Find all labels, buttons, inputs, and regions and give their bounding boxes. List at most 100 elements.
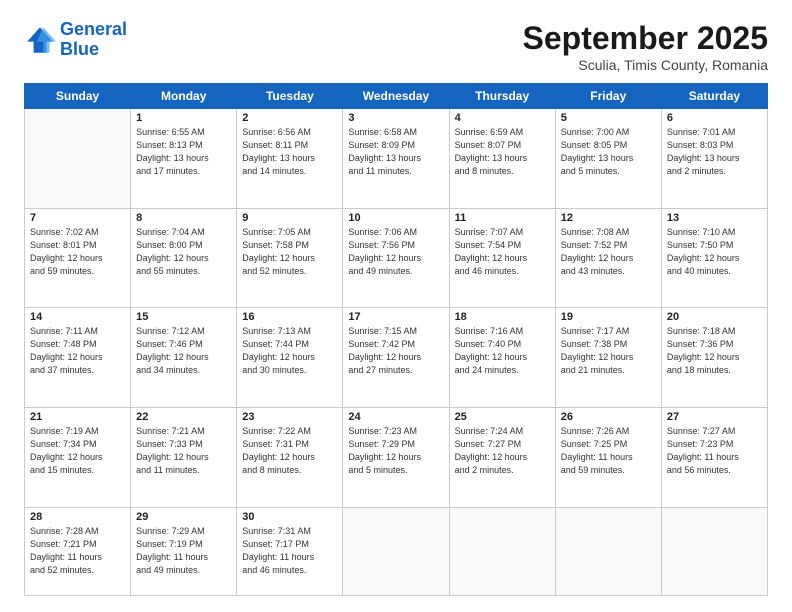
table-row: 6Sunrise: 7:01 AM Sunset: 8:03 PM Daylig… <box>661 109 767 209</box>
table-row: 7Sunrise: 7:02 AM Sunset: 8:01 PM Daylig… <box>25 208 131 308</box>
day-info: Sunrise: 7:00 AM Sunset: 8:05 PM Dayligh… <box>561 126 656 178</box>
day-number: 4 <box>455 112 550 124</box>
day-number: 10 <box>348 212 443 224</box>
day-number: 17 <box>348 311 443 323</box>
day-info: Sunrise: 7:11 AM Sunset: 7:48 PM Dayligh… <box>30 325 125 377</box>
col-monday: Monday <box>131 84 237 109</box>
logo-icon <box>24 24 56 56</box>
table-row: 25Sunrise: 7:24 AM Sunset: 7:27 PM Dayli… <box>449 407 555 507</box>
table-row: 11 Sunrise: 7:07 AM Sunset: 7:54 PM Dayli… <box>449 208 555 308</box>
location-subtitle: Sculia, Timis County, Romania <box>523 57 768 73</box>
table-row: 3 Sunrise: 6:58 AM Sunset: 8:09 PM Daylig… <box>343 109 449 209</box>
day-number: 29 <box>136 511 231 523</box>
day-number: 19 <box>561 311 656 323</box>
day-info: Sunrise: 7:28 AM Sunset: 7:21 PM Dayligh… <box>30 525 125 577</box>
day-number: 20 <box>667 311 762 323</box>
day-info: Sunrise: 7:29 AM Sunset: 7:19 PM Dayligh… <box>136 525 231 577</box>
table-row: 21Sunrise: 7:19 AM Sunset: 7:34 PM Dayli… <box>25 407 131 507</box>
table-row: 12 Sunrise: 7:08 AM Sunset: 7:52 PM Dayli… <box>555 208 661 308</box>
day-number: 14 <box>30 311 125 323</box>
day-info: Sunrise: 7:15 AM Sunset: 7:42 PM Dayligh… <box>348 325 443 377</box>
day-info: Sunrise: 6:55 AM Sunset: 8:13 PM Dayligh… <box>136 126 231 178</box>
day-info: Sunrise: 7:10 AM Sunset: 7:50 PM Dayligh… <box>667 226 762 278</box>
day-info: Sunrise: 7:05 AM Sunset: 7:58 PM Dayligh… <box>242 226 337 278</box>
day-number: 12 <box>561 212 656 224</box>
day-number: 3 <box>348 112 443 124</box>
day-number: 8 <box>136 212 231 224</box>
day-number: 28 <box>30 511 125 523</box>
day-number: 30 <box>242 511 337 523</box>
col-friday: Friday <box>555 84 661 109</box>
day-info: Sunrise: 7:18 AM Sunset: 7:36 PM Dayligh… <box>667 325 762 377</box>
day-number: 21 <box>30 411 125 423</box>
page: General Blue September 2025 Sculia, Timi… <box>0 0 792 612</box>
day-number: 15 <box>136 311 231 323</box>
table-row: 10 Sunrise: 7:06 AM Sunset: 7:56 PM Dayli… <box>343 208 449 308</box>
day-info: Sunrise: 7:12 AM Sunset: 7:46 PM Dayligh… <box>136 325 231 377</box>
table-row <box>25 109 131 209</box>
table-row <box>661 507 767 595</box>
day-info: Sunrise: 7:26 AM Sunset: 7:25 PM Dayligh… <box>561 425 656 477</box>
day-info: Sunrise: 7:22 AM Sunset: 7:31 PM Dayligh… <box>242 425 337 477</box>
day-number: 22 <box>136 411 231 423</box>
col-tuesday: Tuesday <box>237 84 343 109</box>
day-info: Sunrise: 7:21 AM Sunset: 7:33 PM Dayligh… <box>136 425 231 477</box>
table-row: 20 Sunrise: 7:18 AM Sunset: 7:36 PM Dayli… <box>661 308 767 408</box>
table-row: 28 Sunrise: 7:28 AM Sunset: 7:21 PM Dayli… <box>25 507 131 595</box>
day-number: 16 <box>242 311 337 323</box>
header: General Blue September 2025 Sculia, Timi… <box>24 20 768 73</box>
day-number: 9 <box>242 212 337 224</box>
day-info: Sunrise: 7:06 AM Sunset: 7:56 PM Dayligh… <box>348 226 443 278</box>
day-info: Sunrise: 7:13 AM Sunset: 7:44 PM Dayligh… <box>242 325 337 377</box>
day-info: Sunrise: 7:31 AM Sunset: 7:17 PM Dayligh… <box>242 525 337 577</box>
col-thursday: Thursday <box>449 84 555 109</box>
day-info: Sunrise: 7:27 AM Sunset: 7:23 PM Dayligh… <box>667 425 762 477</box>
table-row: 15 Sunrise: 7:12 AM Sunset: 7:46 PM Dayli… <box>131 308 237 408</box>
table-row: 30 Sunrise: 7:31 AM Sunset: 7:17 PM Dayli… <box>237 507 343 595</box>
day-number: 2 <box>242 112 337 124</box>
day-info: Sunrise: 7:23 AM Sunset: 7:29 PM Dayligh… <box>348 425 443 477</box>
day-number: 27 <box>667 411 762 423</box>
table-row: 4 Sunrise: 6:59 AM Sunset: 8:07 PM Daylig… <box>449 109 555 209</box>
day-info: Sunrise: 6:56 AM Sunset: 8:11 PM Dayligh… <box>242 126 337 178</box>
col-sunday: Sunday <box>25 84 131 109</box>
day-number: 25 <box>455 411 550 423</box>
logo: General Blue <box>24 20 127 60</box>
col-wednesday: Wednesday <box>343 84 449 109</box>
table-row <box>449 507 555 595</box>
table-row: 9 Sunrise: 7:05 AM Sunset: 7:58 PM Daylig… <box>237 208 343 308</box>
table-row: 5 Sunrise: 7:00 AM Sunset: 8:05 PM Daylig… <box>555 109 661 209</box>
day-info: Sunrise: 7:16 AM Sunset: 7:40 PM Dayligh… <box>455 325 550 377</box>
table-row: 24 Sunrise: 7:23 AM Sunset: 7:29 PM Dayli… <box>343 407 449 507</box>
table-row: 2 Sunrise: 6:56 AM Sunset: 8:11 PM Daylig… <box>237 109 343 209</box>
day-number: 18 <box>455 311 550 323</box>
calendar-table: Sunday Monday Tuesday Wednesday Thursday… <box>24 83 768 596</box>
table-row: 17 Sunrise: 7:15 AM Sunset: 7:42 PM Dayli… <box>343 308 449 408</box>
day-number: 26 <box>561 411 656 423</box>
day-info: Sunrise: 7:04 AM Sunset: 8:00 PM Dayligh… <box>136 226 231 278</box>
col-saturday: Saturday <box>661 84 767 109</box>
day-info: Sunrise: 7:07 AM Sunset: 7:54 PM Dayligh… <box>455 226 550 278</box>
day-number: 5 <box>561 112 656 124</box>
day-info: Sunrise: 6:59 AM Sunset: 8:07 PM Dayligh… <box>455 126 550 178</box>
table-row: 23 Sunrise: 7:22 AM Sunset: 7:31 PM Dayli… <box>237 407 343 507</box>
table-row: 26 Sunrise: 7:26 AM Sunset: 7:25 PM Dayli… <box>555 407 661 507</box>
table-row: 13Sunrise: 7:10 AM Sunset: 7:50 PM Dayli… <box>661 208 767 308</box>
table-row <box>555 507 661 595</box>
day-number: 24 <box>348 411 443 423</box>
day-number: 11 <box>455 212 550 224</box>
table-row: 8 Sunrise: 7:04 AM Sunset: 8:00 PM Daylig… <box>131 208 237 308</box>
day-number: 23 <box>242 411 337 423</box>
table-row: 22 Sunrise: 7:21 AM Sunset: 7:33 PM Dayli… <box>131 407 237 507</box>
title-block: September 2025 Sculia, Timis County, Rom… <box>523 20 768 73</box>
table-row: 27 Sunrise: 7:27 AM Sunset: 7:23 PM Dayli… <box>661 407 767 507</box>
logo-text: General Blue <box>60 20 127 60</box>
table-row: 14 Sunrise: 7:11 AM Sunset: 7:48 PM Dayli… <box>25 308 131 408</box>
table-row: 19Sunrise: 7:17 AM Sunset: 7:38 PM Dayli… <box>555 308 661 408</box>
table-row: 1Sunrise: 6:55 AM Sunset: 8:13 PM Daylig… <box>131 109 237 209</box>
day-info: Sunrise: 7:08 AM Sunset: 7:52 PM Dayligh… <box>561 226 656 278</box>
table-row <box>343 507 449 595</box>
logo-line1: General <box>60 19 127 39</box>
day-info: Sunrise: 6:58 AM Sunset: 8:09 PM Dayligh… <box>348 126 443 178</box>
logo-line2: Blue <box>60 39 99 59</box>
